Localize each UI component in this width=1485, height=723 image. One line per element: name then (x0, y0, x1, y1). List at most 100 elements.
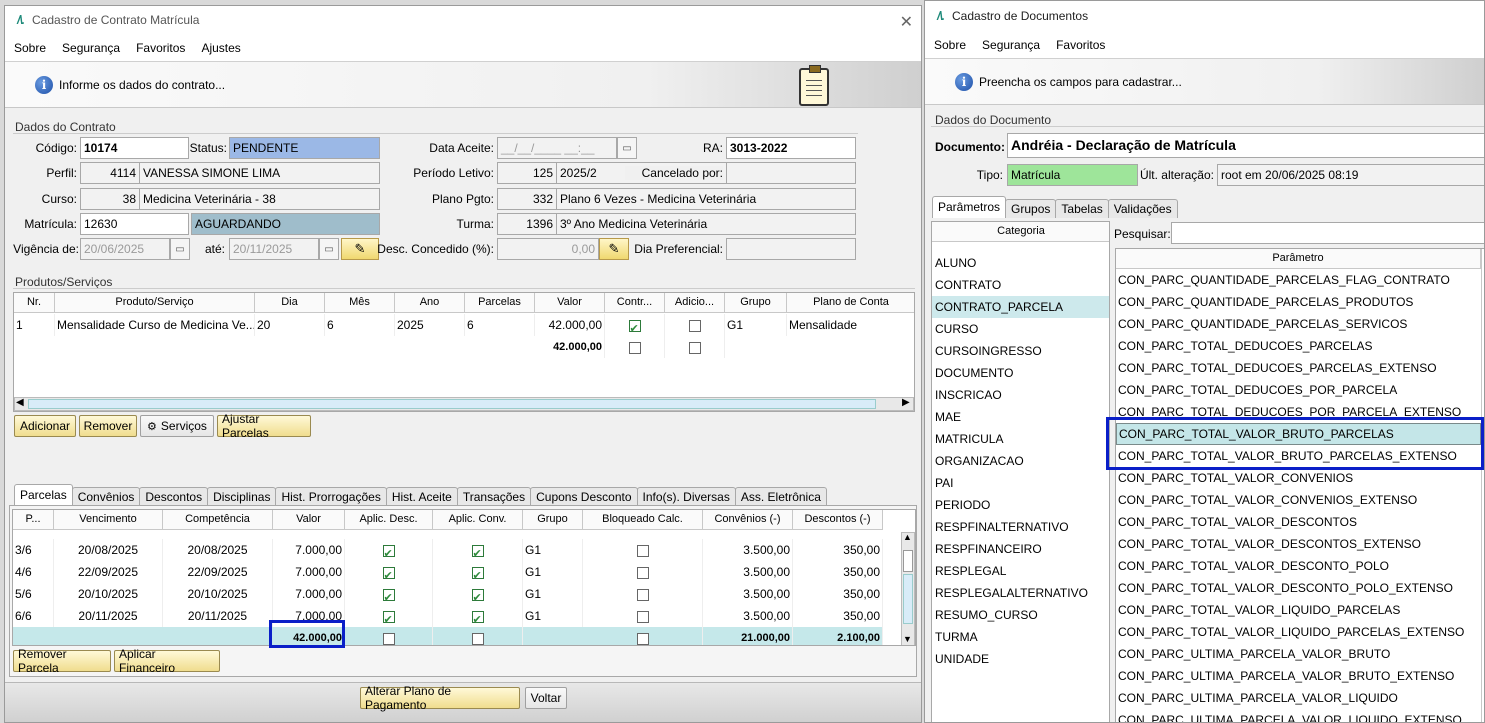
data-aceite-field[interactable]: __/__/____ __:__ (497, 137, 617, 159)
list-item[interactable]: DOCUMENTO (932, 362, 1109, 384)
col-header[interactable]: Aplic. Conv. (433, 510, 523, 530)
contrato-checkbox[interactable] (605, 336, 665, 358)
list-item[interactable]: CON_PARC_TOTAL_VALOR_LIQUIDO_PARCELAS (1116, 599, 1481, 621)
table-cell[interactable]: G1 (725, 314, 787, 336)
scroll-left-icon[interactable]: ◀ (16, 397, 24, 408)
table-cell[interactable]: Mensalidade (787, 314, 914, 336)
aplic-desc-checkbox[interactable] (345, 539, 433, 561)
close-icon[interactable]: ✕ (900, 12, 913, 32)
tab-convenios[interactable]: Convênios (71, 487, 141, 506)
col-header[interactable]: Contr... (605, 293, 665, 313)
table-cell[interactable]: Mensalidade Curso de Medicina Ve... (55, 314, 255, 336)
menu-seguranca[interactable]: Segurança (982, 38, 1040, 52)
col-header[interactable]: Nr. (14, 293, 55, 313)
table-cell[interactable]: 5/6 (13, 583, 54, 605)
list-item[interactable]: CON_PARC_TOTAL_VALOR_DESCONTO_POLO (1116, 555, 1481, 577)
tab-parcelas[interactable]: Parcelas (14, 484, 73, 506)
vigencia-de-field[interactable]: 20/06/2025 (80, 238, 170, 260)
aplic-desc-checkbox[interactable] (345, 583, 433, 605)
table-cell[interactable]: G1 (523, 539, 583, 561)
table-cell[interactable]: 350,00 (793, 583, 883, 605)
table-cell[interactable]: 3/6 (13, 539, 54, 561)
tipo-field[interactable]: Matrícula (1007, 164, 1138, 186)
list-item[interactable]: CON_PARC_ULTIMA_PARCELA_VALOR_BRUTO_EXTE… (1116, 665, 1481, 687)
tab-grupos[interactable]: Grupos (1005, 199, 1057, 218)
col-header[interactable]: Grupo (725, 293, 787, 313)
voltar-button[interactable]: Voltar (525, 687, 567, 709)
list-item[interactable]: RESPLEGAL (932, 560, 1109, 582)
table-cell[interactable]: 42.000,00 (535, 314, 605, 336)
curso-id-field[interactable]: 38 (80, 188, 140, 210)
desc-field[interactable]: 0,00 (497, 238, 599, 260)
list-item[interactable]: CON_PARC_QUANTIDADE_PARCELAS_FLAG_CONTRA… (1116, 269, 1481, 291)
table-cell[interactable]: 3.500,00 (703, 583, 793, 605)
list-item[interactable]: CON_PARC_ULTIMA_PARCELA_VALOR_LIQUIDO_EX… (1116, 709, 1481, 722)
list-item[interactable]: RESPLEGALALTERNATIVO (932, 582, 1109, 604)
periodo-id-field[interactable]: 125 (497, 162, 557, 184)
table-cell[interactable]: G1 (523, 583, 583, 605)
plano-id-field[interactable]: 332 (497, 188, 557, 210)
list-item[interactable]: CON_PARC_TOTAL_VALOR_DESCONTOS (1116, 511, 1481, 533)
bloqueado-checkbox[interactable] (583, 539, 703, 561)
menu-favoritos[interactable]: Favoritos (1056, 38, 1105, 52)
table-cell[interactable]: G1 (523, 561, 583, 583)
table-cell[interactable]: 6 (325, 314, 395, 336)
scrollbar-track[interactable] (903, 574, 913, 624)
table-cell[interactable]: 20 (255, 314, 325, 336)
aplicar-financeiro-button[interactable]: Aplicar Financeiro (114, 647, 220, 675)
table-cell[interactable]: 20/11/2025 (54, 605, 163, 627)
list-item[interactable]: CON_PARC_TOTAL_VALOR_CONVENIOS_EXTENSO (1116, 489, 1481, 511)
list-item[interactable]: CURSOINGRESSO (932, 340, 1109, 362)
list-item[interactable]: CON_PARC_TOTAL_DEDUCOES_POR_PARCELA (1116, 379, 1481, 401)
tab-infos-diversas[interactable]: Info(s). Diversas (636, 487, 736, 506)
tab-validacoes[interactable]: Validações (1107, 199, 1178, 218)
menu-favoritos[interactable]: Favoritos (136, 41, 185, 55)
table-cell[interactable]: 7.000,00 (273, 539, 345, 561)
list-item[interactable]: TURMA (932, 626, 1109, 648)
table-cell[interactable]: 7.000,00 (273, 605, 345, 627)
list-item[interactable]: CON_PARC_TOTAL_VALOR_BRUTO_PARCELAS (1116, 423, 1481, 445)
table-cell[interactable]: 20/10/2025 (54, 583, 163, 605)
calendar-icon[interactable]: ▭ (617, 137, 637, 159)
col-header[interactable]: P... (13, 510, 54, 530)
list-item[interactable]: MATRICULA (932, 428, 1109, 450)
col-header[interactable]: Plano de Conta (787, 293, 914, 313)
col-header[interactable]: Dia (255, 293, 325, 313)
list-item[interactable]: UNIDADE (932, 648, 1109, 670)
categoria-header[interactable]: Categoria (932, 222, 1109, 242)
list-item[interactable]: MAE (932, 406, 1109, 428)
list-item[interactable]: RESPFINALTERNATIVO (932, 516, 1109, 538)
col-header[interactable]: Adicio... (665, 293, 725, 313)
scrollbar-thumb[interactable] (28, 399, 876, 409)
list-item[interactable]: ALUNO (932, 252, 1109, 274)
scrollbar-thumb[interactable] (903, 550, 913, 572)
aplic-desc-checkbox[interactable] (345, 561, 433, 583)
menu-seguranca[interactable]: Segurança (62, 41, 120, 55)
scroll-up-icon[interactable]: ▲ (903, 532, 912, 542)
table-cell[interactable]: 20/08/2025 (54, 539, 163, 561)
list-item[interactable]: CON_PARC_TOTAL_VALOR_DESCONTOS_EXTENSO (1116, 533, 1481, 555)
list-item[interactable]: CON_PARC_QUANTIDADE_PARCELAS_PRODUTOS (1116, 291, 1481, 313)
list-item[interactable]: CON_PARC_TOTAL_DEDUCOES_POR_PARCELA_EXTE… (1116, 401, 1481, 423)
table-cell[interactable]: 7.000,00 (273, 561, 345, 583)
table-cell[interactable]: G1 (523, 605, 583, 627)
ra-field[interactable]: 3013-2022 (726, 137, 856, 159)
calendar-icon[interactable]: ▭ (319, 238, 339, 260)
col-header[interactable]: Aplic. Desc. (345, 510, 433, 530)
col-header[interactable]: Descontos (-) (793, 510, 883, 530)
tab-ass-eletronica[interactable]: Ass. Eletrônica (734, 487, 827, 506)
list-item[interactable]: CURSO (932, 318, 1109, 340)
parametro-header[interactable]: Parâmetro (1116, 249, 1481, 269)
list-item[interactable]: CON_PARC_TOTAL_VALOR_BRUTO_PARCELAS_EXTE… (1116, 445, 1481, 467)
table-cell[interactable]: 22/09/2025 (54, 561, 163, 583)
vigencia-ate-field[interactable]: 20/11/2025 (229, 238, 319, 260)
table-cell[interactable]: 6 (465, 314, 535, 336)
list-item[interactable]: CON_PARC_ULTIMA_PARCELA_VALOR_BRUTO (1116, 643, 1481, 665)
table-cell[interactable]: 2025 (395, 314, 465, 336)
tab-tabelas[interactable]: Tabelas (1055, 199, 1109, 218)
pesquisar-input[interactable] (1171, 222, 1484, 244)
documento-field[interactable]: Andréia - Declaração de Matrícula (1007, 133, 1484, 158)
tab-hist-aceite[interactable]: Hist. Aceite (385, 487, 458, 506)
tab-disciplinas[interactable]: Disciplinas (207, 487, 277, 506)
col-header[interactable]: Mês (325, 293, 395, 313)
